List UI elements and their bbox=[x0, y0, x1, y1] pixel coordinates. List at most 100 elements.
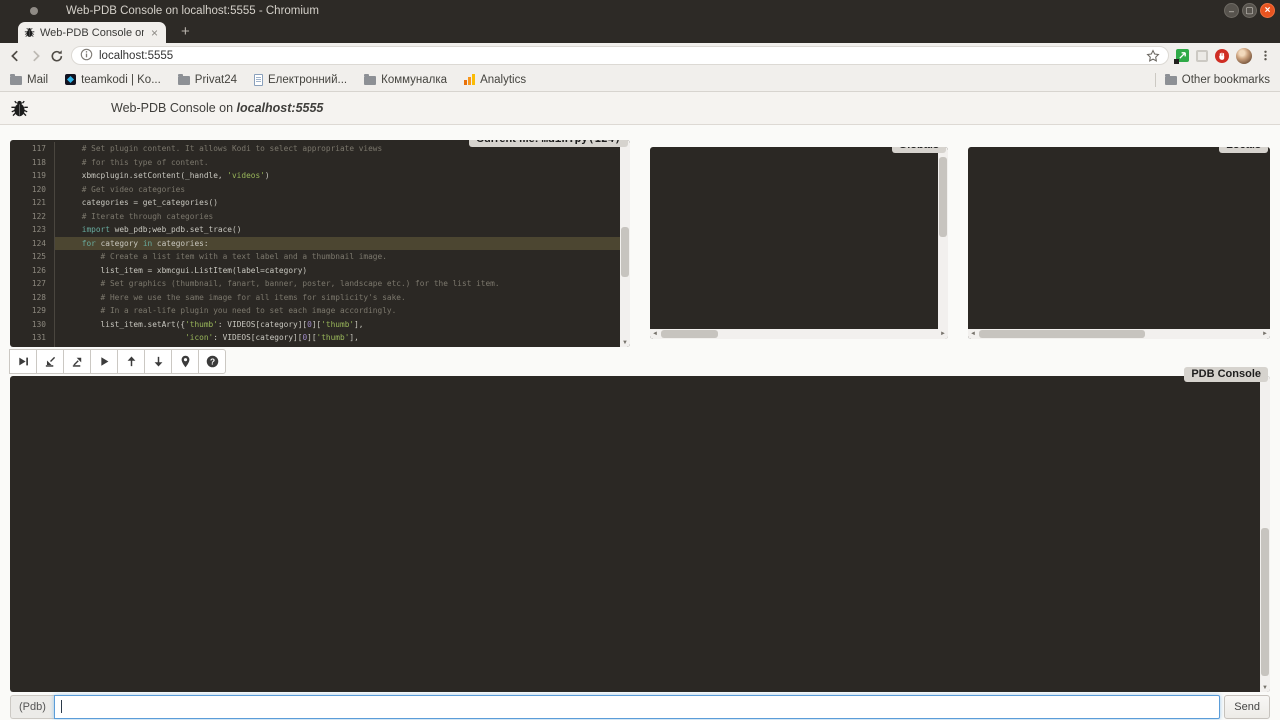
site-info-icon[interactable] bbox=[80, 48, 93, 64]
code-line: 128 # Here we use the same image for all… bbox=[10, 291, 630, 305]
adblock-extension-icon[interactable] bbox=[1215, 49, 1229, 63]
console-line bbox=[18, 616, 1270, 629]
debug-step-out-button[interactable] bbox=[63, 349, 91, 374]
console-line bbox=[18, 445, 1270, 458]
debug-step-into-button[interactable] bbox=[36, 349, 64, 374]
globals-horizontal-scrollbar[interactable]: ◄ ► bbox=[650, 329, 948, 339]
code-text: # Iterate through categories bbox=[55, 210, 630, 224]
window-title: Web-PDB Console on localhost:5555 - Chro… bbox=[66, 5, 319, 17]
variable-line bbox=[658, 227, 948, 240]
close-button[interactable]: × bbox=[1260, 3, 1275, 18]
send-button[interactable]: Send bbox=[1224, 695, 1270, 719]
code-vertical-scrollbar[interactable]: ▲ ▼ bbox=[620, 140, 630, 347]
console-line bbox=[18, 432, 1270, 445]
bookmark-label: Privat24 bbox=[195, 74, 237, 86]
scrollbar-thumb[interactable] bbox=[939, 157, 947, 238]
bookmark-item[interactable]: Analytics bbox=[464, 74, 526, 86]
debug-continue-button[interactable] bbox=[90, 349, 118, 374]
bookmark-favicon-icon bbox=[178, 76, 190, 85]
cast-extension-icon[interactable] bbox=[1176, 49, 1189, 62]
variable-line bbox=[658, 189, 948, 202]
debug-down-button[interactable] bbox=[144, 349, 172, 374]
text-caret bbox=[61, 700, 62, 713]
profile-avatar[interactable] bbox=[1236, 48, 1252, 64]
console-line bbox=[18, 380, 1270, 393]
code-text: 'fanart': VIDEOS[category][0]['thumb']}) bbox=[55, 345, 630, 348]
scrollbar-thumb[interactable] bbox=[621, 227, 629, 277]
back-button[interactable] bbox=[8, 49, 22, 63]
code-text: # for this type of content. bbox=[55, 156, 630, 170]
variable-line bbox=[658, 214, 948, 227]
disabled-extension-icon[interactable] bbox=[1196, 50, 1208, 62]
debug-where-button[interactable] bbox=[171, 349, 199, 374]
variable-line bbox=[658, 291, 948, 304]
line-number: 120 bbox=[10, 183, 55, 197]
debug-step-next-button[interactable] bbox=[9, 349, 37, 374]
code-text: 'icon': VIDEOS[category][0]['thumb'], bbox=[55, 331, 630, 345]
code-text: for category in categories: bbox=[55, 237, 630, 251]
debug-help-button[interactable]: ? bbox=[198, 349, 226, 374]
console-line bbox=[18, 642, 1270, 655]
console-line bbox=[18, 498, 1270, 511]
bookmark-label: teamkodi | Ko... bbox=[81, 74, 161, 86]
line-number: 119 bbox=[10, 169, 55, 183]
scrollbar-thumb[interactable] bbox=[661, 330, 718, 338]
console-vertical-scrollbar[interactable]: ▲ ▼ bbox=[1260, 376, 1270, 692]
browser-window: Web-PDB Console on localhost:5555 - Chro… bbox=[0, 0, 1280, 720]
scrollbar-thumb[interactable] bbox=[979, 330, 1145, 338]
bookmark-item[interactable]: Електронний... bbox=[254, 74, 347, 86]
bookmark-item[interactable]: teamkodi | Ko... bbox=[65, 74, 161, 86]
debug-up-button[interactable] bbox=[117, 349, 145, 374]
console-line bbox=[18, 393, 1270, 406]
code-line: 119 xbmcplugin.setContent(_handle, 'vide… bbox=[10, 169, 630, 183]
globals-vertical-scrollbar[interactable]: ▲ ▼ bbox=[938, 147, 948, 339]
command-input[interactable] bbox=[54, 695, 1220, 719]
bookmark-item[interactable]: Privat24 bbox=[178, 74, 237, 86]
browser-menu-button[interactable] bbox=[1259, 49, 1272, 62]
code-text: # Get video categories bbox=[55, 183, 630, 197]
console-line bbox=[18, 524, 1270, 537]
browser-toolbar: localhost:5555 bbox=[0, 43, 1280, 68]
page-title-host: localhost:5555 bbox=[237, 101, 324, 115]
line-number: 128 bbox=[10, 291, 55, 305]
address-bar[interactable]: localhost:5555 bbox=[71, 46, 1169, 65]
minimize-button[interactable]: – bbox=[1224, 3, 1239, 18]
console-line bbox=[18, 603, 1270, 616]
console-line bbox=[18, 485, 1270, 498]
code-text: xbmcplugin.setContent(_handle, 'videos') bbox=[55, 169, 630, 183]
reload-button[interactable] bbox=[50, 49, 64, 63]
locals-panel: Locals ◄ ► bbox=[968, 147, 1270, 339]
scrollbar-thumb[interactable] bbox=[1261, 528, 1269, 677]
tab-close-icon[interactable]: × bbox=[149, 26, 160, 40]
forward-button[interactable] bbox=[29, 49, 43, 63]
browser-tab[interactable]: Web-PDB Console on loca × bbox=[18, 22, 166, 43]
console-line bbox=[18, 406, 1270, 419]
current-file-label: Current file: main.py(124) bbox=[469, 140, 628, 147]
tab-title: Web-PDB Console on loca bbox=[40, 27, 144, 39]
code-text: # Create a list item with a text label a… bbox=[55, 250, 630, 264]
code-line: 122 # Iterate through categories bbox=[10, 210, 630, 224]
console-line bbox=[18, 629, 1270, 642]
code-text: list_item.setArt({'thumb': VIDEOS[catego… bbox=[55, 318, 630, 332]
variable-line bbox=[658, 202, 948, 215]
bookmark-item[interactable]: Mail bbox=[10, 74, 48, 86]
bookmark-star-icon[interactable] bbox=[1146, 49, 1160, 63]
maximize-button[interactable]: ▢ bbox=[1242, 3, 1257, 18]
code-line: 127 # Set graphics (thumbnail, fanart, b… bbox=[10, 277, 630, 291]
url-text[interactable]: localhost:5555 bbox=[99, 50, 1140, 62]
bookmark-item[interactable]: Коммуналка bbox=[364, 74, 447, 86]
window-controls: – ▢ × bbox=[1224, 3, 1275, 18]
line-number: 123 bbox=[10, 223, 55, 237]
code-line: 125 # Create a list item with a text lab… bbox=[10, 250, 630, 264]
locals-horizontal-scrollbar[interactable]: ◄ ► bbox=[968, 329, 1270, 339]
page-title: Web-PDB Console on localhost:5555 bbox=[111, 101, 323, 115]
code-text: # Set graphics (thumbnail, fanart, banne… bbox=[55, 277, 630, 291]
code-line: 120 # Get video categories bbox=[10, 183, 630, 197]
window-icon-dot bbox=[30, 7, 38, 15]
code-line: 129 # In a real-life plugin you need to … bbox=[10, 304, 630, 318]
line-number: 122 bbox=[10, 210, 55, 224]
code-text: import web_pdb;web_pdb.set_trace() bbox=[55, 223, 630, 237]
other-bookmarks-button[interactable]: Other bookmarks bbox=[1165, 74, 1270, 86]
new-tab-button[interactable]: + bbox=[176, 23, 195, 40]
bookmark-favicon-icon bbox=[65, 74, 76, 85]
